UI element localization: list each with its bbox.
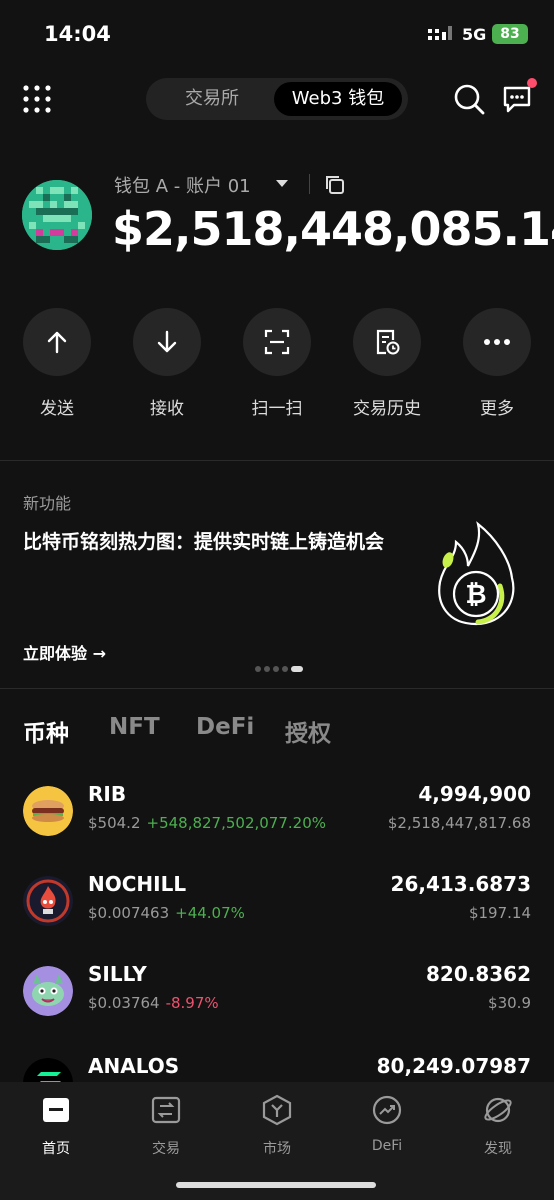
network-type: 5G: [462, 25, 487, 44]
tab-nft[interactable]: NFT: [109, 714, 160, 740]
divider: [0, 688, 554, 689]
arrow-down-icon: [157, 330, 177, 353]
sandwich-icon: [23, 786, 73, 836]
scan-label: 扫一扫: [251, 399, 303, 419]
bitcoin-flame-icon: ₿: [438, 521, 515, 626]
pager-dot: [255, 666, 261, 672]
chevron-down-icon[interactable]: [276, 180, 288, 187]
nav-label: DeFi: [371, 1138, 403, 1154]
search-icon[interactable]: [452, 82, 486, 116]
market-icon: [262, 1094, 292, 1126]
more-label: 更多: [480, 399, 514, 419]
avatar[interactable]: [22, 180, 92, 250]
token-change: +44.07%: [175, 904, 245, 922]
pager-dot: [273, 666, 279, 672]
receive-label: 接收: [150, 399, 184, 419]
banner-tag: 新功能: [23, 494, 72, 513]
grid-icon[interactable]: [22, 84, 52, 114]
nav-defi[interactable]: DeFi: [347, 1094, 427, 1154]
banner-title: 比特币铭刻热力图：提供实时链上铸造机会: [23, 531, 385, 553]
token-amount: 26,413.6873: [390, 872, 531, 896]
token-amount: 80,249.07987: [376, 1054, 531, 1078]
history-icon: [376, 329, 400, 355]
token-value: $197.14: [468, 904, 531, 922]
send-button[interactable]: 发送: [12, 308, 102, 419]
token-price: $0.03764: [88, 994, 160, 1012]
top-bar: 交易所 Web3 钱包: [0, 72, 554, 126]
discover-icon: [484, 1097, 512, 1123]
token-name: SILLY: [88, 962, 147, 986]
home-icon: [43, 1098, 69, 1122]
history-button[interactable]: 交易历史: [342, 308, 432, 419]
banner-cta-link[interactable]: 立即体验 →: [23, 640, 106, 664]
token-row-nochill[interactable]: NOCHILL $0.007463 +44.07% 26,413.6873 $19…: [0, 868, 554, 938]
divider: [0, 460, 554, 461]
status-bar: 14:04 5G 83: [0, 0, 554, 70]
token-amount: 4,994,900: [418, 782, 531, 806]
flame-skull-icon: [23, 876, 73, 926]
token-price-line: $504.2 +548,827,502,077.20%: [88, 814, 326, 832]
nav-market[interactable]: 市场: [237, 1094, 317, 1158]
pager-dot: [282, 666, 288, 672]
pager-dot: [264, 666, 270, 672]
token-amount: 820.8362: [425, 962, 531, 986]
token-price-line: $0.007463 +44.07%: [88, 904, 245, 922]
token-change: +548,827,502,077.20%: [146, 814, 327, 832]
status-time: 14:04: [44, 22, 111, 46]
tab-web3-wallet[interactable]: Web3 钱包: [274, 82, 402, 116]
token-value: $30.9: [488, 994, 531, 1012]
history-label: 交易历史: [353, 399, 421, 419]
battery-level: 83: [492, 24, 528, 44]
svg-text:₿: ₿: [465, 580, 486, 610]
nav-label: 交易: [152, 1141, 180, 1157]
token-name: NOCHILL: [88, 872, 187, 896]
send-label: 发送: [40, 399, 74, 419]
token-name: RIB: [88, 782, 127, 806]
tab-defi[interactable]: DeFi: [196, 714, 254, 740]
account-name[interactable]: 钱包 A - 账户 01: [114, 172, 251, 198]
nav-discover[interactable]: 发现: [458, 1094, 538, 1158]
receive-button[interactable]: 接收: [122, 308, 212, 419]
nav-label: 发现: [484, 1141, 512, 1157]
token-value: $2,518,447,817.68: [387, 814, 531, 832]
quick-actions: 发送 接收 扫一扫 交易历史 更多: [0, 308, 554, 428]
tab-exchange[interactable]: 交易所: [152, 82, 272, 116]
token-price: $504.2: [88, 814, 141, 832]
tab-tokens[interactable]: 币种: [23, 714, 69, 748]
notification-dot: [527, 78, 537, 88]
more-button[interactable]: 更多: [452, 308, 542, 419]
home-indicator[interactable]: [176, 1182, 376, 1188]
more-icon: [484, 339, 510, 345]
nav-label: 市场: [263, 1141, 291, 1157]
pager-dot-active: [291, 666, 303, 672]
banner-pager: [255, 666, 306, 672]
tab-approvals[interactable]: 授权: [285, 714, 331, 748]
token-row-silly[interactable]: SILLY $0.03764 -8.97% 820.8362 $30.9: [0, 958, 554, 1028]
arrow-up-icon: [47, 331, 67, 354]
scan-icon: [264, 329, 290, 355]
token-price: $0.007463: [88, 904, 170, 922]
trade-icon: [151, 1096, 181, 1124]
dragon-icon: [23, 966, 73, 1016]
token-name: ANALOS: [88, 1054, 180, 1078]
exchange-wallet-switch: 交易所 Web3 钱包: [146, 78, 408, 120]
total-balance: $2,518,448,085.14: [112, 202, 554, 256]
token-change: -8.97%: [165, 994, 219, 1012]
nav-home[interactable]: 首页: [16, 1094, 96, 1158]
nav-label: 首页: [42, 1141, 70, 1157]
nav-trade[interactable]: 交易: [126, 1094, 206, 1158]
scan-button[interactable]: 扫一扫: [232, 308, 322, 419]
copy-icon[interactable]: [324, 174, 346, 196]
token-price-line: $0.03764 -8.97%: [88, 994, 219, 1012]
divider: [309, 174, 310, 194]
signal-icon: [428, 26, 452, 40]
defi-icon: [372, 1095, 402, 1125]
token-row-rib[interactable]: RIB $504.2 +548,827,502,077.20% 4,994,900…: [0, 778, 554, 848]
